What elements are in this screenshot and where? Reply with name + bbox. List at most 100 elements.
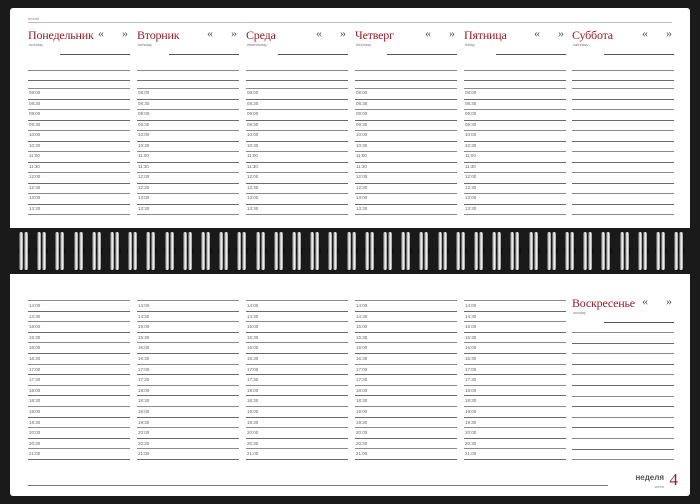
entry-line[interactable] xyxy=(464,374,566,376)
entry-line[interactable] xyxy=(572,342,674,344)
entry-line[interactable] xyxy=(246,88,348,89)
entry-line[interactable] xyxy=(28,406,130,407)
next-day-icon[interactable]: » xyxy=(666,295,672,307)
entry-line[interactable] xyxy=(28,172,130,173)
entry-line[interactable] xyxy=(28,416,130,418)
next-day-icon[interactable]: » xyxy=(340,27,346,39)
entry-line[interactable] xyxy=(464,182,566,184)
entry-line[interactable] xyxy=(246,161,348,163)
entry-line[interactable] xyxy=(355,374,457,376)
entry-line[interactable] xyxy=(28,109,130,110)
entry-line[interactable] xyxy=(137,310,239,312)
entry-line[interactable] xyxy=(572,406,674,408)
entry-line[interactable] xyxy=(464,448,566,450)
entry-line[interactable] xyxy=(28,459,130,460)
entry-line[interactable] xyxy=(464,214,566,215)
entry-line[interactable] xyxy=(137,321,239,323)
entry-line[interactable] xyxy=(355,384,457,386)
entry-line[interactable] xyxy=(137,161,239,163)
entry-line[interactable] xyxy=(137,448,239,450)
next-day-icon[interactable]: » xyxy=(666,27,672,39)
entry-line[interactable] xyxy=(464,130,566,131)
prev-day-icon[interactable]: « xyxy=(642,295,648,307)
entry-line[interactable] xyxy=(137,151,239,152)
entry-line[interactable] xyxy=(572,395,674,397)
entry-line[interactable] xyxy=(137,342,239,344)
entry-line[interactable] xyxy=(137,300,239,301)
entry-line[interactable] xyxy=(355,109,457,110)
entry-line[interactable] xyxy=(572,80,674,81)
next-day-icon[interactable]: » xyxy=(449,27,455,39)
entry-line[interactable] xyxy=(137,98,239,100)
prev-day-icon[interactable]: « xyxy=(534,27,540,39)
entry-line[interactable] xyxy=(137,130,239,131)
entry-line[interactable] xyxy=(464,151,566,152)
entry-line[interactable] xyxy=(464,321,566,323)
entry-line[interactable] xyxy=(572,332,674,333)
entry-line[interactable] xyxy=(246,416,348,418)
prev-day-icon[interactable]: « xyxy=(642,27,648,39)
entry-line[interactable] xyxy=(28,70,130,71)
entry-line[interactable] xyxy=(28,395,130,397)
entry-line[interactable] xyxy=(246,384,348,386)
entry-line[interactable] xyxy=(28,161,130,163)
entry-line[interactable] xyxy=(246,459,348,460)
prev-day-icon[interactable]: « xyxy=(207,27,213,39)
entry-line[interactable] xyxy=(464,427,566,429)
entry-line[interactable] xyxy=(355,70,457,71)
entry-line[interactable] xyxy=(355,448,457,450)
entry-line[interactable] xyxy=(137,427,239,429)
entry-line[interactable] xyxy=(137,80,239,81)
entry-line[interactable] xyxy=(246,374,348,376)
entry-line[interactable] xyxy=(246,193,348,194)
entry-line[interactable] xyxy=(572,88,674,89)
entry-line[interactable] xyxy=(464,203,566,205)
entry-line[interactable] xyxy=(246,427,348,429)
entry-line[interactable] xyxy=(246,395,348,397)
entry-line[interactable] xyxy=(28,384,130,386)
entry-line[interactable] xyxy=(246,80,348,81)
entry-line[interactable] xyxy=(246,300,348,301)
entry-line[interactable] xyxy=(464,384,566,386)
entry-line[interactable] xyxy=(28,448,130,450)
entry-line[interactable] xyxy=(137,374,239,376)
entry-line[interactable] xyxy=(355,342,457,344)
entry-line[interactable] xyxy=(246,98,348,100)
entry-line[interactable] xyxy=(355,395,457,397)
entry-line[interactable] xyxy=(572,193,674,194)
entry-line[interactable] xyxy=(246,437,348,439)
entry-line[interactable] xyxy=(28,98,130,100)
entry-line[interactable] xyxy=(355,151,457,152)
entry-line[interactable] xyxy=(464,353,566,354)
entry-line[interactable] xyxy=(464,98,566,100)
entry-line[interactable] xyxy=(28,214,130,215)
prev-day-icon[interactable]: « xyxy=(98,27,104,39)
entry-line[interactable] xyxy=(464,193,566,194)
entry-line[interactable] xyxy=(137,182,239,184)
entry-line[interactable] xyxy=(572,109,674,110)
entry-line[interactable] xyxy=(137,384,239,386)
entry-line[interactable] xyxy=(572,172,674,173)
entry-line[interactable] xyxy=(246,130,348,131)
entry-line[interactable] xyxy=(355,119,457,121)
entry-line[interactable] xyxy=(355,427,457,429)
entry-line[interactable] xyxy=(464,342,566,344)
entry-line[interactable] xyxy=(572,363,674,365)
entry-line[interactable] xyxy=(28,342,130,344)
entry-line[interactable] xyxy=(355,88,457,89)
entry-line[interactable] xyxy=(355,416,457,418)
entry-line[interactable] xyxy=(28,321,130,323)
entry-line[interactable] xyxy=(355,437,457,439)
entry-line[interactable] xyxy=(137,214,239,215)
entry-line[interactable] xyxy=(137,88,239,89)
entry-line[interactable] xyxy=(246,151,348,152)
entry-line[interactable] xyxy=(246,448,348,450)
entry-line[interactable] xyxy=(572,438,674,439)
entry-line[interactable] xyxy=(572,459,674,461)
entry-line[interactable] xyxy=(355,353,457,354)
entry-line[interactable] xyxy=(28,331,130,333)
next-day-icon[interactable]: » xyxy=(231,27,237,39)
entry-line[interactable] xyxy=(464,88,566,89)
entry-line[interactable] xyxy=(464,416,566,418)
entry-line[interactable] xyxy=(137,406,239,407)
